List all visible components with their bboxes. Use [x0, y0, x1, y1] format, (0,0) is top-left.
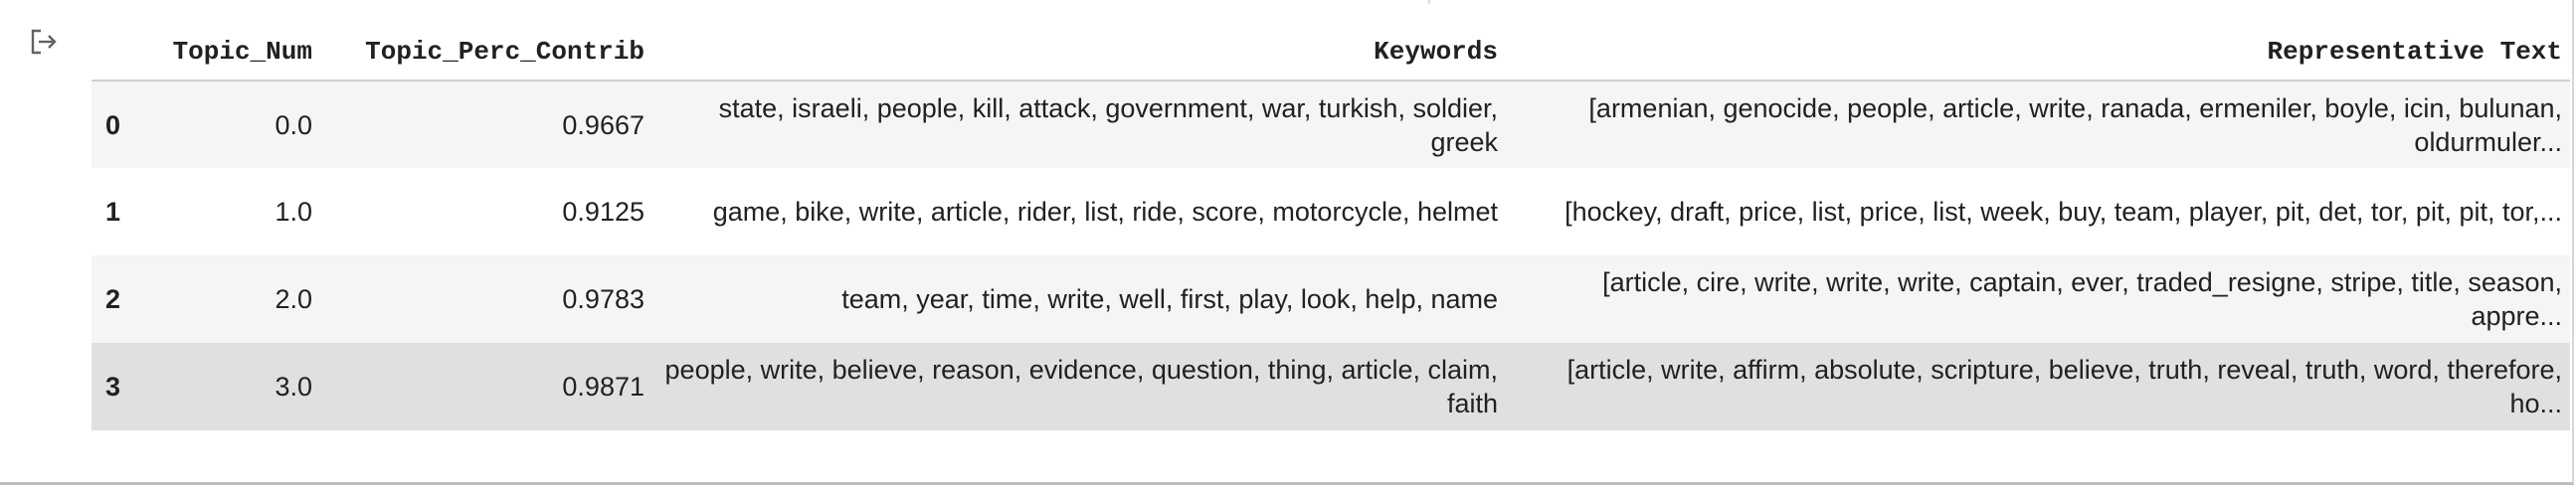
topic-num-cell: 2.0 — [145, 255, 320, 343]
keywords-cell: game, bike, write, article, rider, list,… — [652, 168, 1506, 255]
table-row: 3 3.0 0.9871 people, write, believe, rea… — [92, 343, 2570, 430]
representative-text-cell: [armenian, genocide, people, article, wr… — [1506, 81, 2570, 168]
keywords-cell: people, write, believe, reason, evidence… — [652, 343, 1506, 430]
topic-perc-cell: 0.9871 — [320, 343, 652, 430]
header-keywords: Keywords — [652, 24, 1506, 82]
representative-text-cell: [hockey, draft, price, list, price, list… — [1506, 168, 2570, 255]
representative-text-cell: [article, write, affirm, absolute, scrip… — [1506, 343, 2570, 430]
table-row: 1 1.0 0.9125 game, bike, write, article,… — [92, 168, 2570, 255]
header-index — [92, 24, 145, 82]
header-topic-perc-contrib: Topic_Perc_Contrib — [320, 24, 652, 82]
row-index: 1 — [92, 168, 145, 255]
table-row: 2 2.0 0.9783 team, year, time, write, we… — [92, 255, 2570, 343]
keywords-cell: team, year, time, write, well, first, pl… — [652, 255, 1506, 343]
row-index: 3 — [92, 343, 145, 430]
output-redirect-icon-glyph — [31, 29, 57, 55]
table-row: 0 0.0 0.9667 state, israeli, people, kil… — [92, 81, 2570, 168]
header-representative-text: Representative Text — [1506, 24, 2570, 82]
topic-perc-cell: 0.9125 — [320, 168, 652, 255]
output-redirect-icon[interactable] — [28, 26, 60, 58]
row-index: 0 — [92, 81, 145, 168]
topic-num-cell: 0.0 — [145, 81, 320, 168]
dataframe-table: Topic_Num Topic_Perc_Contrib Keywords Re… — [92, 24, 2570, 430]
divider — [1428, 0, 1430, 4]
header-topic-num: Topic_Num — [145, 24, 320, 82]
row-index: 2 — [92, 255, 145, 343]
representative-text-cell: [article, cire, write, write, write, cap… — [1506, 255, 2570, 343]
topic-num-cell: 3.0 — [145, 343, 320, 430]
topic-num-cell: 1.0 — [145, 168, 320, 255]
keywords-cell: state, israeli, people, kill, attack, go… — [652, 81, 1506, 168]
topic-perc-cell: 0.9783 — [320, 255, 652, 343]
topic-perc-cell: 0.9667 — [320, 81, 652, 168]
header-row: Topic_Num Topic_Perc_Contrib Keywords Re… — [92, 24, 2570, 82]
